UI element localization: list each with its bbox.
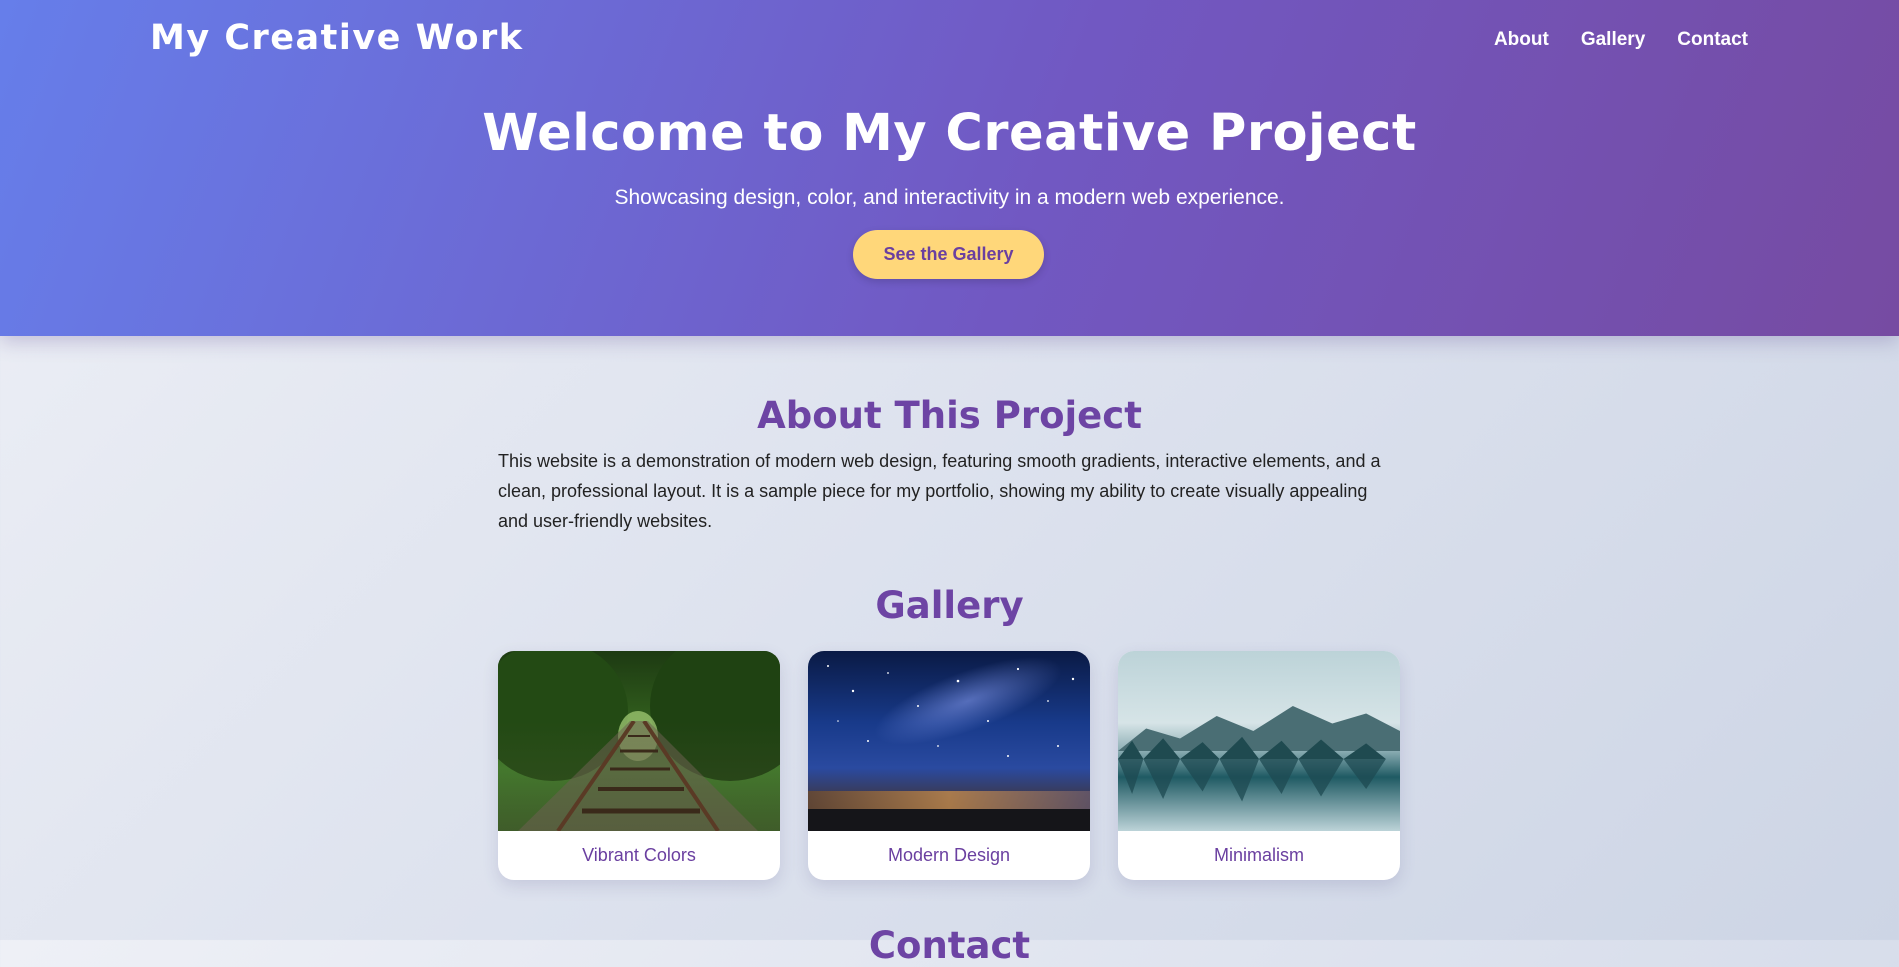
- about-title: About This Project: [757, 394, 1142, 437]
- see-gallery-button[interactable]: See the Gallery: [853, 230, 1044, 279]
- gallery-caption: Minimalism: [1214, 845, 1304, 865]
- starry-night-photo: [808, 651, 1090, 831]
- hero-subtitle: Showcasing design, color, and interactiv…: [614, 186, 1285, 209]
- hero-header: My Creative Work About Gallery Contact W…: [0, 0, 1899, 336]
- gallery-title: Gallery: [875, 584, 1024, 627]
- top-nav: About Gallery Contact: [1494, 29, 1748, 51]
- nav-link-about[interactable]: About: [1494, 29, 1549, 51]
- gallery-caption: Vibrant Colors: [582, 845, 696, 865]
- gallery-card-vibrant-colors[interactable]: Vibrant Colors: [498, 651, 780, 880]
- gallery-caption: Modern Design: [887, 845, 1011, 865]
- mountain-lake-photo: [1118, 651, 1400, 831]
- about-text: This website is a demonstration of moder…: [498, 451, 1381, 531]
- site-brand[interactable]: My Creative Work: [150, 18, 524, 58]
- stars: [827, 665, 1075, 757]
- railway-tracks: [498, 721, 780, 831]
- gallery-card-modern-design[interactable]: Modern Design: [808, 651, 1090, 880]
- gallery-card-minimalism[interactable]: Minimalism: [1118, 651, 1400, 880]
- gallery-grid: Vibrant Colors Modern Design Minimalism: [498, 651, 1400, 880]
- forest-railway-photo: [498, 651, 780, 831]
- contact-title: Contact: [868, 924, 1031, 967]
- nav-link-contact[interactable]: Contact: [1677, 29, 1748, 51]
- hero-title: Welcome to My Creative Project: [482, 104, 1417, 163]
- nav-link-gallery[interactable]: Gallery: [1581, 29, 1645, 51]
